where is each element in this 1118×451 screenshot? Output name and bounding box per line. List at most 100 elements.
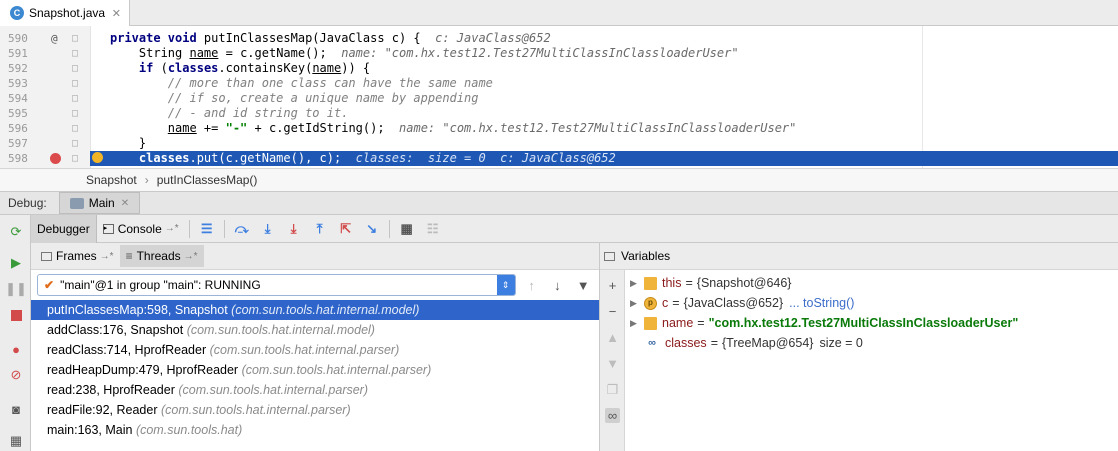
gutter-cell[interactable]: 593 □ [0,76,90,91]
gutter-cell[interactable]: 598 □ [0,151,90,166]
force-step-into-icon[interactable]: ⤓ [284,219,304,239]
line-number: 597 [8,137,28,150]
gutter-cell[interactable]: 595 □ [0,106,90,121]
lightbulb-icon[interactable] [92,152,103,163]
variable-row[interactable]: ∞ classes = {TreeMap@654} size = 0 [630,333,863,353]
run-to-cursor-icon[interactable]: ↘ [362,219,382,239]
tab-debugger-label: Debugger [37,221,90,236]
gutter-cell[interactable]: 591 □ [0,46,90,61]
close-icon[interactable]: ✕ [121,198,129,209]
code-line[interactable]: 597 □ } [0,136,1118,151]
editor-tab-snapshot[interactable]: C Snapshot.java ✕ [0,0,130,26]
frame-package: (com.sun.tools.hat.internal.parser) [241,363,432,377]
frame-item[interactable]: readClass:714, HprofReader (com.sun.tool… [31,340,599,360]
stop-icon[interactable] [8,307,24,323]
code-editor[interactable]: 590 @ □ private void putInClassesMap(JavaCl… [0,26,1118,168]
debug-session-tab-main[interactable]: Main ✕ [58,192,141,214]
code-line-current[interactable]: 598 □ classes.put(c.getName(), c); classe… [0,151,1118,166]
code-line[interactable]: 590 @ □ private void putInClassesMap(JavaCl… [0,31,1118,46]
expand-arrow-icon[interactable]: ▶ [630,293,642,313]
thread-selector[interactable]: ✔ "main"@1 in group "main": RUNNING ⇕ [37,274,516,296]
step-out-icon[interactable]: ⤒ [310,219,330,239]
camera-icon[interactable]: ◙ [8,401,24,417]
show-watches-icon[interactable]: ∞ [605,408,620,423]
gutter-cell[interactable]: 594 □ [0,91,90,106]
arrow-down-icon[interactable]: ↓ [547,278,567,293]
frame-package: (com.sun.tools.hat.internal.parser) [160,403,351,417]
tab-debugger[interactable]: Debugger [31,214,97,243]
variable-name: this [662,276,682,290]
breadcrumb-method[interactable]: putInClassesMap() [157,173,258,187]
fold-marker-icon[interactable]: □ [72,106,78,121]
evaluate-expression-icon[interactable]: ▦ [397,219,417,239]
resume-icon[interactable]: ▶ [8,255,24,271]
remove-watch-icon[interactable]: − [605,304,620,319]
expand-arrow-icon[interactable]: ▶ [630,313,642,333]
frame-item[interactable]: read:238, HprofReader (com.sun.tools.hat… [31,380,599,400]
move-down-icon[interactable]: ▼ [605,356,620,371]
code-line[interactable]: 595 □ // - and id string to it. [0,106,1118,121]
frame-package: (com.sun.tools.hat.internal.model) [231,303,420,317]
mute-breakpoints-icon[interactable]: ⊘ [8,367,24,383]
pause-icon[interactable]: ❚❚ [5,281,27,297]
pin-icon: →* [99,250,114,262]
debugger-toolbar: Debugger ▸ Console →* ☰ ⤼ ⤓ ⤓ ⤒ ⇱ ↘ ▦ ☷ [31,214,1118,243]
gutter-cell[interactable]: 596 □ [0,121,90,136]
fold-marker-icon[interactable]: □ [72,136,78,151]
line-number: 598 [8,152,28,165]
filter-icon[interactable]: ▼ [573,278,593,293]
frame-item[interactable]: readHeapDump:479, HprofReader (com.sun.t… [31,360,599,380]
layout-icon[interactable]: ▦ [8,433,24,449]
move-up-icon[interactable]: ▲ [605,330,620,345]
tostring-link[interactable]: ... toString() [789,293,854,313]
arrow-up-icon[interactable]: ↑ [522,278,542,293]
copy-icon[interactable]: ❐ [605,382,620,397]
tab-threads[interactable]: ≡ Threads →* [119,245,204,267]
tab-frames[interactable]: Frames →* [35,245,120,267]
variables-panel-header: Variables [600,243,1118,270]
tab-console[interactable]: ▸ Console →* [97,215,185,243]
override-marker-icon[interactable]: @ [51,31,58,46]
frame-method: readFile:92, Reader [47,403,161,417]
variable-row[interactable]: ▶ this = {Snapshot@646} [630,273,791,293]
breadcrumb-class[interactable]: Snapshot [86,173,137,187]
expand-arrow-icon[interactable]: ▶ [630,273,642,293]
step-over-icon[interactable]: ⤼ [232,219,252,239]
gutter-cell[interactable]: 592 □ [0,61,90,76]
code-line[interactable]: 591 □ String name = c.getName(); name: "c… [0,46,1118,61]
frame-item[interactable]: readFile:92, Reader (com.sun.tools.hat.i… [31,400,599,420]
frame-package: (com.sun.tools.hat.internal.parser) [178,383,369,397]
fold-marker-icon[interactable]: □ [72,31,78,46]
fold-marker-icon[interactable]: □ [72,121,78,136]
variable-row[interactable]: ▶ p c = {JavaClass@652}... toString() [630,293,854,313]
chevron-right-icon: › [144,173,149,187]
view-breakpoints-icon[interactable]: ● [8,341,24,357]
code-line[interactable]: 592 □ if (classes.containsKey(name)) { [0,61,1118,76]
frame-item[interactable]: putInClassesMap:598, Snapshot (com.sun.t… [31,300,599,320]
fold-marker-icon[interactable]: □ [72,61,78,76]
fold-marker-icon[interactable]: □ [72,91,78,106]
breakpoint-icon[interactable] [50,153,61,164]
step-into-icon[interactable]: ⤓ [258,219,278,239]
trace-icon[interactable]: ☷ [423,219,443,239]
fold-marker-icon[interactable]: □ [72,151,78,166]
drop-frame-icon[interactable]: ⇱ [336,219,356,239]
rerun-icon[interactable]: ⟳ [8,224,24,240]
gutter-cell[interactable]: 590 @ □ [0,31,90,46]
frame-method: read:238, HprofReader [47,383,179,397]
code-line[interactable]: 593 □ // more than one class can have the… [0,76,1118,91]
variable-row[interactable]: ▶ name = "com.hx.test12.Test27MultiClassInC… [630,313,1018,333]
add-watch-icon[interactable]: + [605,278,620,293]
fold-marker-icon[interactable]: □ [72,46,78,61]
fold-marker-icon[interactable]: □ [72,76,78,91]
pin-icon: →* [183,250,198,262]
chevron-updown-icon[interactable]: ⇕ [496,275,515,295]
code-line[interactable]: 596 □ name += "-" + c.getIdString(); name… [0,121,1118,136]
gutter-cell[interactable]: 597 □ [0,136,90,151]
frame-item[interactable]: main:163, Main (com.sun.tools.hat) [31,420,599,440]
editor-tab-bar: C Snapshot.java ✕ [0,0,1118,26]
close-icon[interactable]: ✕ [112,7,121,20]
code-line[interactable]: 594 □ // if so, create a unique name by a… [0,91,1118,106]
show-execution-point-icon[interactable]: ☰ [197,219,217,239]
frame-item[interactable]: addClass:176, Snapshot (com.sun.tools.ha… [31,320,599,340]
